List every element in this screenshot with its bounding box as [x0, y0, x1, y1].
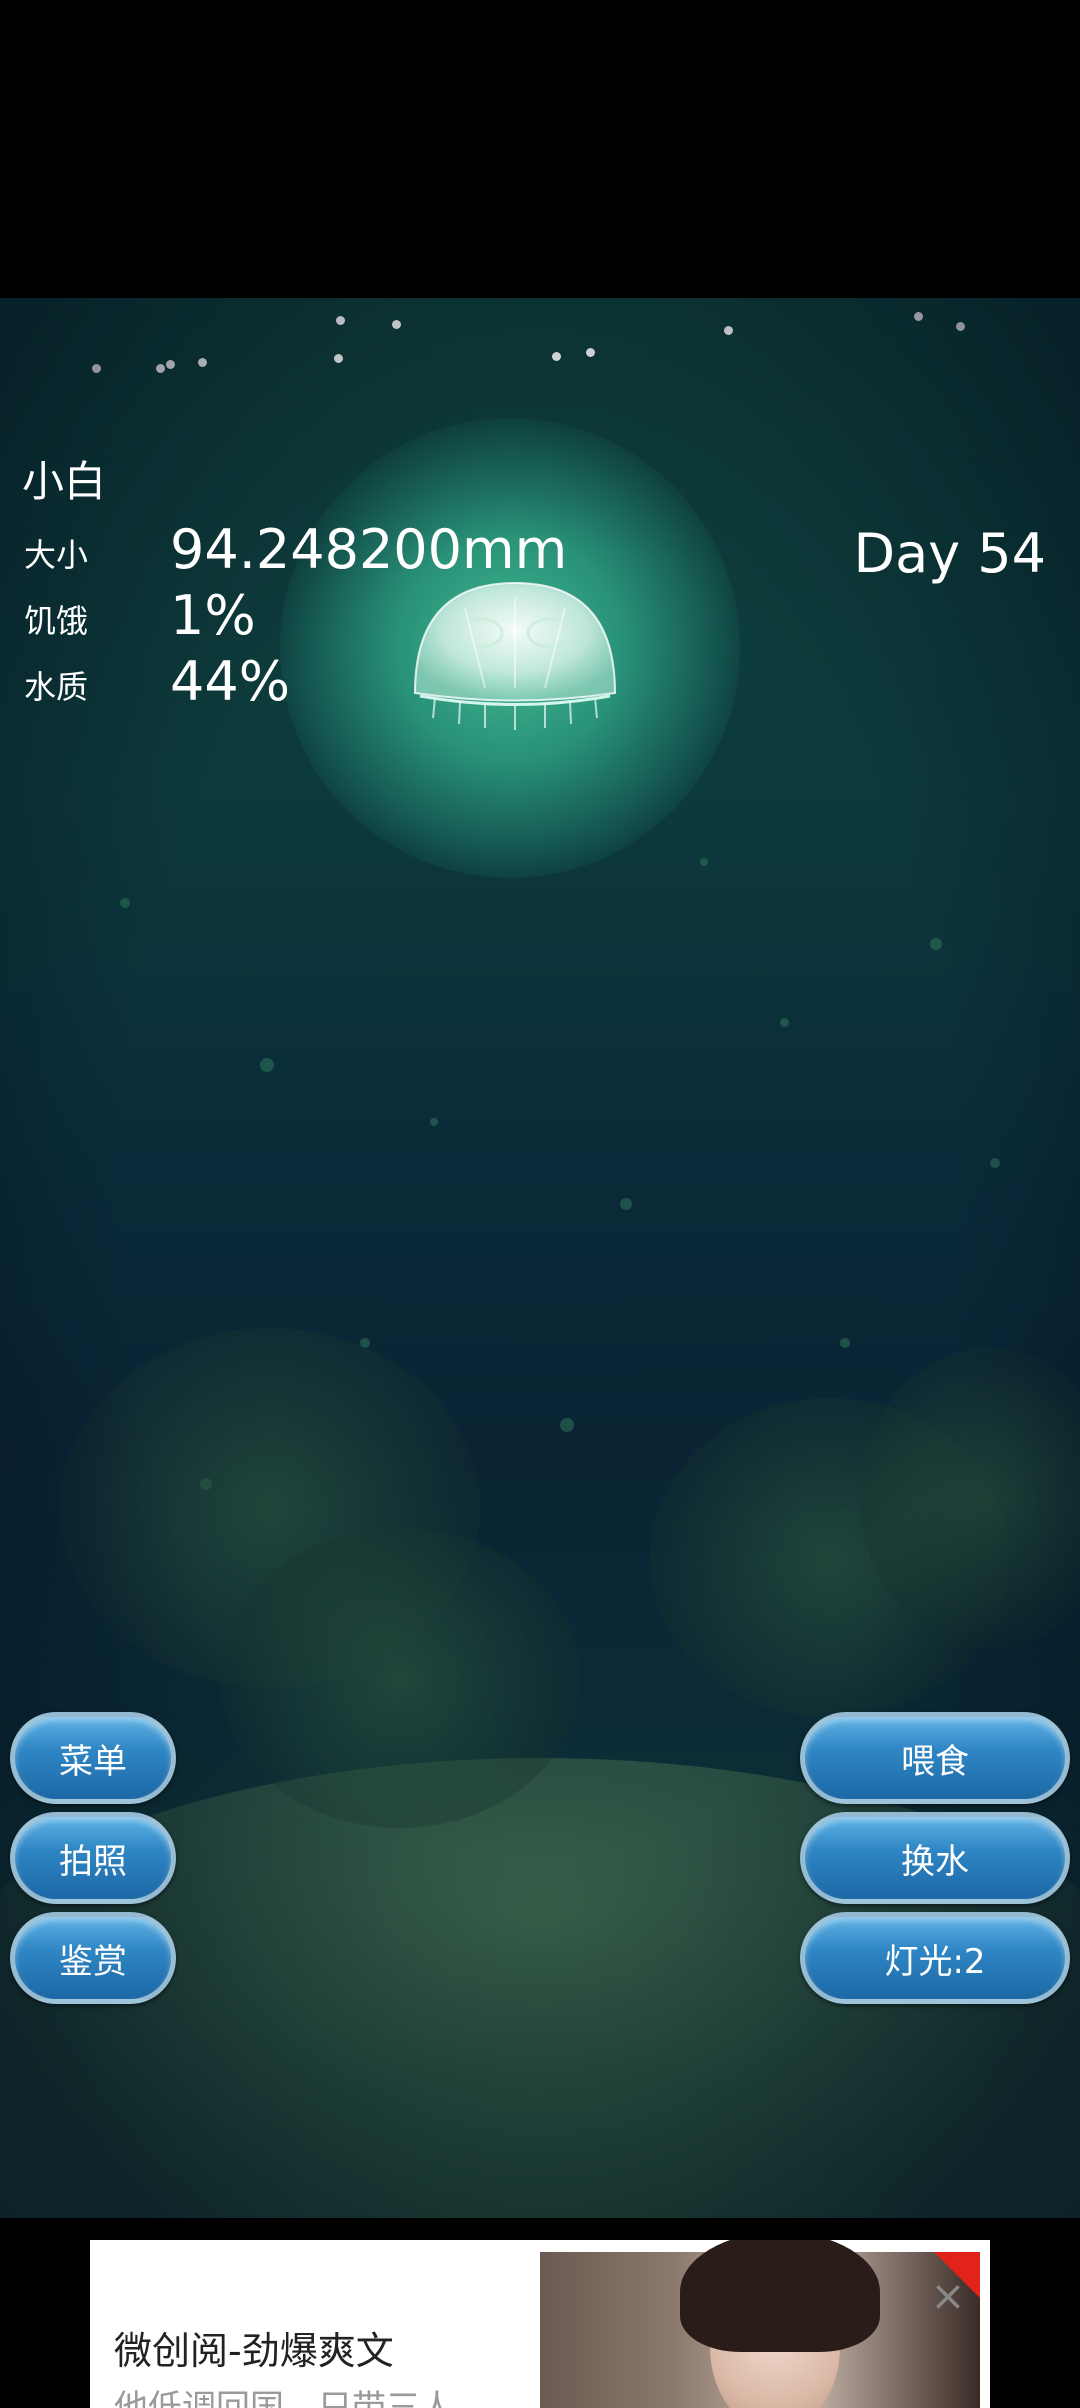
food-particle [586, 348, 595, 357]
plankton [990, 1158, 1000, 1168]
size-value: 94.248200mm [170, 518, 568, 581]
plankton [700, 858, 708, 866]
light-button[interactable]: 灯光:2 [800, 1912, 1070, 2004]
ad-title[interactable]: 微创阅-劲爆爽文 [114, 2320, 394, 2375]
water-quality-label: 水质 [24, 668, 89, 706]
food-particle [166, 360, 175, 369]
plankton [120, 898, 130, 908]
food-particle [156, 364, 165, 373]
plankton [930, 938, 942, 950]
coral-left-lower [220, 1528, 580, 1828]
ad-person-hair [680, 2240, 880, 2352]
ad-image[interactable]: × [540, 2240, 980, 2408]
appreciate-button[interactable]: 鉴赏 [10, 1912, 176, 2004]
jellyfish[interactable] [405, 578, 625, 738]
food-particle [914, 312, 923, 321]
food-particle [724, 326, 733, 335]
plankton [430, 1118, 438, 1126]
close-icon[interactable]: × [928, 2275, 968, 2317]
feed-button[interactable]: 喂食 [800, 1712, 1070, 1804]
size-label: 大小 [24, 536, 89, 574]
food-particle [334, 354, 343, 363]
hunger-label: 饥饿 [24, 602, 89, 640]
plankton [260, 1058, 274, 1072]
food-particle [956, 322, 965, 331]
food-particle [336, 316, 345, 325]
pet-name: 小白 [22, 457, 107, 506]
plankton [780, 1018, 789, 1027]
food-particle [392, 320, 401, 329]
plankton [560, 1418, 574, 1432]
plankton [840, 1338, 850, 1348]
day-counter: Day 54 [853, 522, 1046, 585]
food-particle [198, 358, 207, 367]
ad-subtitle[interactable]: 他低调回国，只带三人… [114, 2380, 488, 2408]
plankton [620, 1198, 632, 1210]
game-screen: 小白 大小 94.248200mm 饥饿 1% 水质 44% Day 54 菜单… [0, 0, 1080, 2408]
hunger-value: 1% [170, 584, 256, 647]
photo-button[interactable]: 拍照 [10, 1812, 176, 1904]
change-water-button[interactable]: 换水 [800, 1812, 1070, 1904]
menu-button[interactable]: 菜单 [10, 1712, 176, 1804]
ad-banner[interactable]: 微创阅-劲爆爽文 他低调回国，只带三人… × [90, 2240, 990, 2408]
food-particle [552, 352, 561, 361]
water-quality-value: 44% [170, 650, 291, 713]
food-particle [92, 364, 101, 373]
